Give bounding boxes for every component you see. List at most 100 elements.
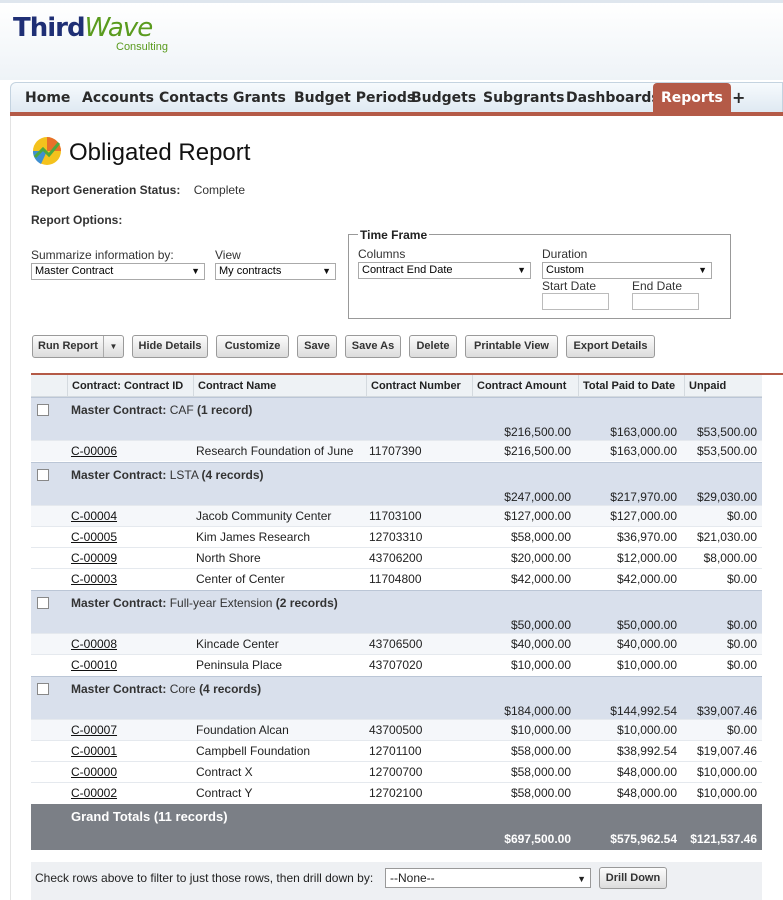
total-paid: $48,000.00	[616, 765, 677, 779]
generation-status: Report Generation Status: Complete	[31, 183, 245, 197]
group-checkbox[interactable]	[37, 404, 49, 416]
tab-accounts[interactable]: Accounts	[82, 83, 154, 113]
contract-id-link[interactable]: C-00003	[71, 572, 117, 586]
group-title: Master Contract: LSTA (4 records)	[71, 468, 264, 482]
table-row: C-00009 North Shore 43706200 $20,000.00 …	[31, 547, 762, 568]
col-header-contract-id[interactable]: Contract: Contract ID	[67, 375, 193, 397]
contract-amount: $216,500.00	[504, 444, 571, 458]
contract-id-link[interactable]: C-00002	[71, 786, 117, 800]
chevron-down-icon: ▼	[577, 874, 586, 884]
contract-id-link[interactable]: C-00010	[71, 658, 117, 672]
save-as-button[interactable]: Save As	[345, 335, 401, 358]
report-options-label: Report Options:	[31, 213, 123, 227]
logo-text-wave: Wave	[84, 13, 154, 43]
printable-view-button[interactable]: Printable View	[465, 335, 558, 358]
contract-number: 43707020	[369, 658, 423, 672]
thirdwave-logo[interactable]: ThirdWave Consulting	[13, 13, 168, 53]
group-row-full-year-extension: Master Contract: Full-year Extension (2 …	[31, 590, 762, 633]
run-report-dropdown-chevron-icon[interactable]: ▼	[103, 336, 123, 357]
contract-amount: $58,000.00	[510, 786, 571, 800]
table-row: C-00000 Contract X 12700700 $58,000.00 $…	[31, 761, 762, 782]
tab-budgets[interactable]: Budgets	[411, 83, 476, 113]
group-paid: $217,970.00	[610, 490, 677, 504]
contract-number: 43706200	[369, 551, 423, 565]
contract-name: Center of Center	[196, 572, 285, 586]
contract-id-link[interactable]: C-00004	[71, 509, 117, 523]
tab-subgrants[interactable]: Subgrants	[483, 83, 564, 113]
summarize-select[interactable]: Master Contract ▼	[31, 263, 205, 280]
total-paid: $10,000.00	[616, 658, 677, 672]
end-date-label: End Date	[632, 279, 683, 293]
group-amount: $247,000.00	[504, 490, 571, 504]
contract-name: Contract Y	[196, 786, 253, 800]
total-paid: $36,970.00	[616, 530, 677, 544]
contract-number: 12701100	[369, 744, 422, 758]
contract-id-link[interactable]: C-00009	[71, 551, 117, 565]
total-paid: $38,992.54	[616, 744, 677, 758]
group-unpaid: $29,030.00	[696, 490, 757, 504]
logo-text-third: Third	[13, 13, 86, 43]
drill-down-select[interactable]: --None-- ▼	[385, 868, 591, 888]
unpaid: $0.00	[726, 723, 757, 737]
group-checkbox[interactable]	[37, 597, 49, 609]
col-header-contract-amount[interactable]: Contract Amount	[472, 375, 578, 397]
group-paid: $144,992.54	[610, 704, 677, 718]
duration-select[interactable]: Custom ▼	[542, 262, 712, 279]
tab-budget-periods[interactable]: Budget Periods	[294, 83, 415, 113]
unpaid: $10,000.00	[696, 786, 757, 800]
tab-reports[interactable]: Reports	[653, 83, 731, 113]
add-tab-plus-icon[interactable]: +	[732, 83, 745, 113]
contract-amount: $58,000.00	[510, 530, 571, 544]
col-header-unpaid[interactable]: Unpaid	[684, 375, 762, 397]
contract-number: 12702100	[369, 786, 423, 800]
save-button[interactable]: Save	[297, 335, 337, 358]
grand-totals-row: Grand Totals (11 records) $697,500.00 $5…	[31, 804, 762, 850]
start-date-input[interactable]	[542, 293, 609, 310]
col-header-contract-number[interactable]: Contract Number	[366, 375, 472, 397]
tab-contacts[interactable]: Contacts	[159, 83, 228, 113]
status-value: Complete	[193, 183, 246, 197]
contract-id-link[interactable]: C-00006	[71, 444, 117, 458]
contract-name: Contract X	[196, 765, 253, 779]
total-paid: $42,000.00	[616, 572, 677, 586]
drill-down-button[interactable]: Drill Down	[599, 867, 667, 889]
total-paid: $40,000.00	[616, 637, 677, 651]
contract-number: 11703100	[369, 509, 422, 523]
col-header-total-paid[interactable]: Total Paid to Date	[578, 375, 684, 397]
unpaid: $19,007.46	[696, 744, 757, 758]
group-amount: $50,000.00	[510, 618, 571, 632]
group-checkbox[interactable]	[37, 469, 49, 481]
contract-number: 12703310	[369, 530, 423, 544]
contract-amount: $127,000.00	[504, 509, 571, 523]
contract-id-link[interactable]: C-00007	[71, 723, 117, 737]
contract-amount: $40,000.00	[510, 637, 571, 651]
duration-label: Duration	[542, 247, 588, 261]
summarize-value: Master Contract	[35, 265, 114, 277]
drill-down-bar: Check rows above to filter to just those…	[31, 862, 762, 900]
tab-dashboards[interactable]: Dashboards	[566, 83, 660, 113]
view-select[interactable]: My contracts ▼	[215, 263, 336, 280]
contract-number: 43706500	[369, 637, 423, 651]
group-title: Master Contract: CAF (1 record)	[71, 403, 253, 417]
total-paid: $163,000.00	[610, 444, 677, 458]
end-date-input[interactable]	[632, 293, 699, 310]
hide-details-button[interactable]: Hide Details	[132, 335, 208, 358]
group-amount: $184,000.00	[504, 704, 571, 718]
export-details-button[interactable]: Export Details	[566, 335, 655, 358]
tab-grants[interactable]: Grants	[233, 83, 286, 113]
delete-button[interactable]: Delete	[409, 335, 457, 358]
col-header-contract-name[interactable]: Contract Name	[193, 375, 366, 397]
columns-select[interactable]: Contract End Date ▼	[358, 262, 531, 279]
customize-button[interactable]: Customize	[216, 335, 289, 358]
contract-id-link[interactable]: C-00001	[71, 744, 117, 758]
contract-amount: $58,000.00	[510, 765, 571, 779]
tab-home[interactable]: Home	[25, 83, 70, 113]
table-row: C-00008 Kincade Center 43706500 $40,000.…	[31, 633, 762, 654]
contract-id-link[interactable]: C-00005	[71, 530, 117, 544]
contract-id-link[interactable]: C-00000	[71, 765, 117, 779]
summarize-label: Summarize information by:	[31, 248, 174, 262]
contract-id-link[interactable]: C-00008	[71, 637, 117, 651]
run-report-button[interactable]: Run Report ▼	[32, 335, 124, 358]
group-checkbox[interactable]	[37, 683, 49, 695]
contract-number: 12700700	[369, 765, 423, 779]
